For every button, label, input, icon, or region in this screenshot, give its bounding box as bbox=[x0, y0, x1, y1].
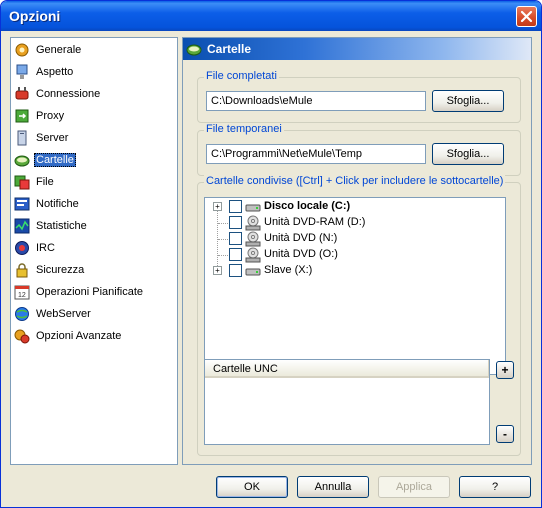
tree-checkbox[interactable] bbox=[229, 232, 242, 245]
hard-drive-icon bbox=[245, 263, 261, 279]
tree-label: Disco locale (C:) bbox=[264, 200, 351, 212]
apply-button[interactable]: Applica bbox=[378, 476, 450, 498]
tree-guide-line bbox=[218, 255, 228, 256]
window-body: Generale Aspetto Connessione Proxy Serve… bbox=[4, 31, 538, 505]
options-window: Opzioni Generale Aspetto Connessione Pro… bbox=[0, 0, 542, 508]
server-icon bbox=[14, 130, 30, 146]
nav-item-label: Notifiche bbox=[36, 198, 79, 210]
statistics-icon bbox=[14, 218, 30, 234]
tree-guide-line bbox=[218, 239, 228, 240]
lock-icon bbox=[14, 262, 30, 278]
temp-files-group: File temporanei C:\Programmi\Net\eMule\T… bbox=[197, 123, 521, 176]
nav-item-label: Generale bbox=[36, 44, 82, 56]
tree-checkbox[interactable] bbox=[229, 216, 242, 229]
nav-item-label: Operazioni Pianificate bbox=[36, 286, 144, 298]
tree-row[interactable]: + Disco locale (C:) bbox=[205, 199, 505, 215]
unc-column-header[interactable]: Cartelle UNC bbox=[205, 360, 489, 378]
window-title: Opzioni bbox=[9, 8, 61, 24]
browse-temp-button[interactable]: Sfoglia... bbox=[432, 143, 504, 165]
tree-checkbox[interactable] bbox=[229, 200, 242, 213]
expand-icon[interactable]: + bbox=[213, 266, 222, 275]
panel-header: Cartelle bbox=[183, 38, 531, 60]
notification-icon bbox=[14, 196, 30, 212]
calendar-icon: 12 bbox=[14, 284, 30, 300]
tree-checkbox[interactable] bbox=[229, 264, 242, 277]
nav-item-file[interactable]: File bbox=[14, 172, 56, 192]
nav-item-sicurezza[interactable]: Sicurezza bbox=[14, 260, 86, 280]
dvd-drive-icon bbox=[245, 231, 261, 247]
nav-item-operazioni-pianificate[interactable]: 12 Operazioni Pianificate bbox=[14, 282, 145, 302]
nav-item-label: Cartelle bbox=[34, 153, 76, 167]
tree-checkbox[interactable] bbox=[229, 248, 242, 261]
nav-item-label: IRC bbox=[36, 242, 55, 254]
advanced-gear-icon bbox=[14, 328, 30, 344]
tree-label: Unità DVD (N:) bbox=[264, 232, 338, 244]
monitor-icon bbox=[14, 64, 30, 80]
group-legend: Cartelle condivise ([Ctrl] + Click per i… bbox=[204, 175, 506, 187]
dvd-drive-icon bbox=[245, 215, 261, 231]
add-unc-button[interactable]: + bbox=[496, 361, 514, 379]
remove-unc-button[interactable]: - bbox=[496, 425, 514, 443]
tree-row[interactable]: Unità DVD-RAM (D:) bbox=[205, 215, 505, 231]
nav-item-label: WebServer bbox=[36, 308, 91, 320]
nav-item-generale[interactable]: Generale bbox=[14, 40, 83, 60]
nav-item-label: Server bbox=[36, 132, 69, 144]
svg-text:12: 12 bbox=[18, 292, 26, 299]
panel-title: Cartelle bbox=[207, 42, 252, 56]
tree-label: Slave (X:) bbox=[264, 264, 313, 276]
nav-item-opzioni-avanzate[interactable]: Opzioni Avanzate bbox=[14, 326, 123, 346]
help-button[interactable]: ? bbox=[459, 476, 531, 498]
nav-item-server[interactable]: Server bbox=[14, 128, 70, 148]
nav-item-label: File bbox=[36, 176, 54, 188]
folder-icon bbox=[14, 152, 30, 168]
browse-completed-button[interactable]: Sfoglia... bbox=[432, 90, 504, 112]
gear-icon bbox=[14, 42, 30, 58]
tree-row[interactable]: + Slave (X:) bbox=[205, 263, 505, 279]
globe-icon bbox=[14, 306, 30, 322]
nav-item-statistiche[interactable]: Statistiche bbox=[14, 216, 89, 236]
nav-item-label: Sicurezza bbox=[36, 264, 85, 276]
nav-item-irc[interactable]: IRC bbox=[14, 238, 57, 258]
completed-path-field[interactable]: C:\Downloads\eMule bbox=[206, 91, 426, 111]
file-icon bbox=[14, 174, 30, 190]
tree-row[interactable]: Unità DVD (N:) bbox=[205, 231, 505, 247]
title-bar[interactable]: Opzioni bbox=[1, 1, 541, 31]
shared-folders-group: Cartelle condivise ([Ctrl] + Click per i… bbox=[197, 175, 521, 456]
nav-item-label: Opzioni Avanzate bbox=[36, 330, 122, 342]
plug-icon bbox=[14, 86, 30, 102]
irc-icon bbox=[14, 240, 30, 256]
nav-item-notifiche[interactable]: Notifiche bbox=[14, 194, 81, 214]
cancel-button[interactable]: Annulla bbox=[297, 476, 369, 498]
ok-button[interactable]: OK bbox=[216, 476, 288, 498]
close-icon bbox=[520, 10, 533, 23]
nav-item-proxy[interactable]: Proxy bbox=[14, 106, 66, 126]
tree-label: Unità DVD (O:) bbox=[264, 248, 338, 260]
folder-icon bbox=[186, 41, 202, 57]
nav-item-label: Statistiche bbox=[36, 220, 87, 232]
group-legend: File completati bbox=[204, 70, 279, 82]
tree-guide-line bbox=[218, 223, 228, 224]
nav-item-aspetto[interactable]: Aspetto bbox=[14, 62, 75, 82]
nav-item-connessione[interactable]: Connessione bbox=[14, 84, 102, 104]
hard-drive-icon bbox=[245, 199, 261, 215]
temp-path-field[interactable]: C:\Programmi\Net\eMule\Temp bbox=[206, 144, 426, 164]
proxy-icon bbox=[14, 108, 30, 124]
nav-item-webserver[interactable]: WebServer bbox=[14, 304, 93, 324]
settings-panel: Cartelle File completati C:\Downloads\eM… bbox=[182, 37, 532, 465]
expand-icon[interactable]: + bbox=[213, 202, 222, 211]
unc-folders-list[interactable]: Cartelle UNC bbox=[204, 359, 490, 445]
close-button[interactable] bbox=[516, 6, 537, 27]
nav-item-cartelle[interactable]: Cartelle bbox=[14, 150, 76, 170]
nav-item-label: Connessione bbox=[36, 88, 101, 100]
dvd-drive-icon bbox=[245, 247, 261, 263]
tree-row[interactable]: Unità DVD (O:) bbox=[205, 247, 505, 263]
completed-files-group: File completati C:\Downloads\eMule Sfogl… bbox=[197, 70, 521, 123]
nav-item-label: Aspetto bbox=[36, 66, 74, 78]
tree-label: Unità DVD-RAM (D:) bbox=[264, 216, 366, 228]
shared-folders-tree[interactable]: + Disco locale (C:) Unità DVD-RAM (D:) U… bbox=[204, 197, 506, 375]
unc-list-header: Cartelle UNC bbox=[205, 360, 489, 378]
group-legend: File temporanei bbox=[204, 123, 284, 135]
options-nav: Generale Aspetto Connessione Proxy Serve… bbox=[10, 37, 178, 465]
nav-item-label: Proxy bbox=[36, 110, 65, 122]
